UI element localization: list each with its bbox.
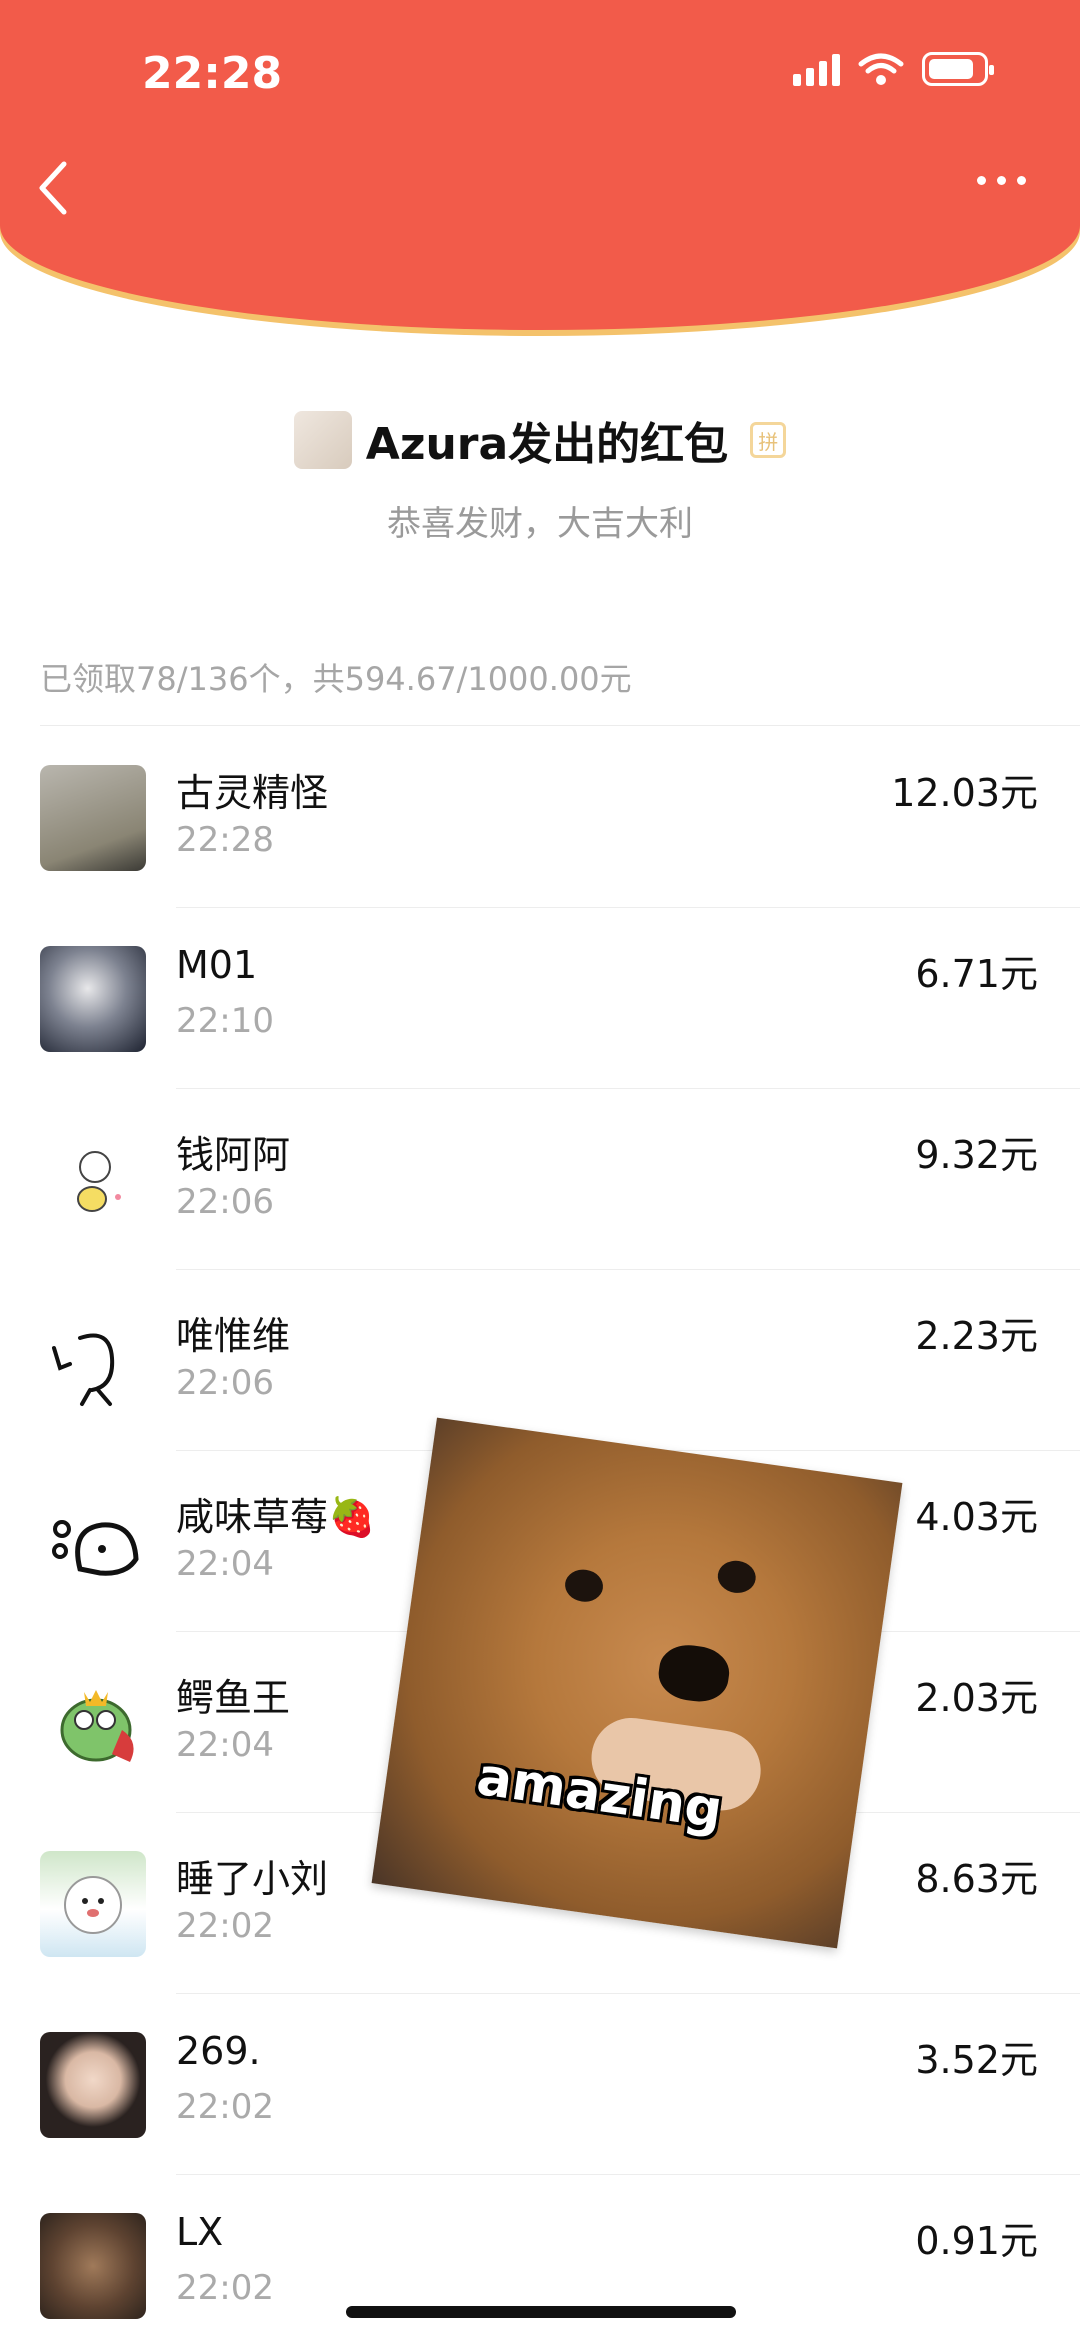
recipient-name: 咸味草莓🍓 [176, 1495, 376, 1539]
avatar[interactable] [40, 946, 146, 1052]
claim-time: 22:28 [176, 820, 274, 860]
dog-sticker: amazing [371, 1417, 903, 1949]
claim-time: 22:04 [176, 1725, 274, 1765]
avatar[interactable] [40, 1670, 146, 1776]
back-icon[interactable] [34, 158, 74, 218]
greeting-text: 恭喜发财，大吉大利 [387, 504, 693, 544]
claim-time: 22:06 [176, 1182, 274, 1222]
claim-amount: 4.03元 [915, 1495, 1038, 1539]
pin-badge-icon: 拼 [750, 422, 787, 458]
claim-amount: 8.63元 [915, 1857, 1038, 1901]
claim-time: 22:02 [176, 2087, 274, 2127]
wifi-icon [858, 53, 904, 85]
recipient-name: 鳄鱼王 [176, 1676, 291, 1720]
sender-info: Azura发出的红包 拼 [0, 408, 1080, 472]
claim-summary: 已领取78/136个，共594.67/1000.00元 [40, 660, 632, 698]
claim-amount: 6.71元 [915, 952, 1038, 996]
battery-icon [922, 52, 994, 86]
avatar[interactable] [40, 1127, 146, 1233]
sticker-eye [562, 1567, 606, 1605]
list-item[interactable]: 唯惟维 22:06 2.23元 [0, 1270, 1080, 1451]
sticker-nose [655, 1641, 733, 1706]
claim-amount: 0.91元 [915, 2219, 1038, 2263]
recipient-name: 睡了小刘 [176, 1857, 329, 1901]
divider [40, 725, 1080, 726]
claim-time: 22:02 [176, 1906, 274, 1946]
claim-time: 22:02 [176, 2268, 274, 2308]
avatar[interactable] [40, 765, 146, 871]
status-icons [793, 52, 994, 86]
recipient-name: 269. [176, 2029, 261, 2073]
avatar[interactable] [40, 1308, 146, 1414]
claim-time: 22:04 [176, 1544, 274, 1584]
claim-time: 22:06 [176, 1363, 274, 1403]
claim-amount: 9.32元 [915, 1133, 1038, 1177]
status-time: 22:28 [142, 48, 283, 99]
claim-amount: 2.23元 [915, 1314, 1038, 1358]
signal-icon [793, 52, 840, 86]
avatar[interactable] [40, 1489, 146, 1595]
sender-title: Azura发出的红包 [365, 419, 729, 470]
list-item[interactable]: 269. 22:02 3.52元 [0, 1994, 1080, 2175]
claim-amount: 12.03元 [891, 771, 1038, 815]
recipient-name: M01 [176, 943, 258, 987]
red-envelope-header: 22:28 [0, 0, 1080, 330]
sticker-eye [715, 1558, 758, 1596]
claim-time: 22:10 [176, 1001, 274, 1041]
avatar[interactable] [40, 2032, 146, 2138]
home-indicator[interactable] [346, 2306, 736, 2318]
recipient-name: 唯惟维 [176, 1314, 291, 1358]
claim-amount: 3.52元 [915, 2038, 1038, 2082]
avatar[interactable] [40, 1851, 146, 1957]
recipient-name: LX [176, 2210, 224, 2254]
recipient-name: 钱阿阿 [176, 1133, 291, 1177]
list-item[interactable]: M01 22:10 6.71元 [0, 908, 1080, 1089]
list-item[interactable]: 古灵精怪 22:28 12.03元 [0, 727, 1080, 908]
list-item[interactable]: 钱阿阿 22:06 9.32元 [0, 1089, 1080, 1270]
sender-avatar[interactable] [293, 411, 352, 469]
recipient-name: 古灵精怪 [176, 771, 329, 815]
more-icon[interactable] [977, 176, 1026, 185]
avatar[interactable] [40, 2213, 146, 2319]
claim-amount: 2.03元 [915, 1676, 1038, 1720]
